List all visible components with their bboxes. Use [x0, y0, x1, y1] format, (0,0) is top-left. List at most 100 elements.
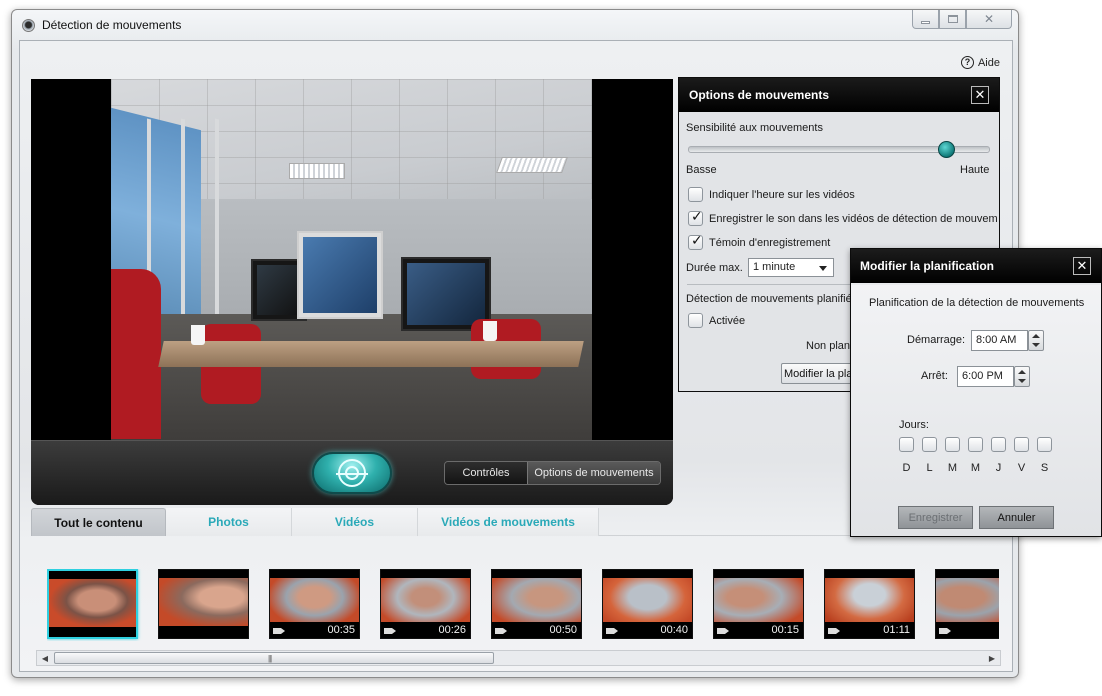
- day-checkbox-wednesday[interactable]: [968, 437, 983, 452]
- video-duration: 01:11: [883, 624, 910, 636]
- minimize-icon: [921, 20, 930, 24]
- day-label: S: [1040, 462, 1049, 474]
- close-icon: ✕: [974, 87, 986, 103]
- video-camera-icon: [606, 628, 618, 634]
- cancel-schedule-button[interactable]: Annuler: [979, 506, 1054, 529]
- day-checkbox-saturday[interactable]: [1037, 437, 1052, 452]
- thumbnail-item[interactable]: 00:35: [269, 569, 360, 639]
- day-label: L: [926, 462, 933, 474]
- window-title: Détection de mouvements: [42, 18, 182, 32]
- close-icon: ✕: [1076, 258, 1088, 274]
- minimize-button[interactable]: [912, 10, 939, 29]
- video-duration: 00:26: [438, 624, 466, 636]
- video-camera-icon: [495, 628, 507, 634]
- title-bar[interactable]: Détection de mouvements ✕: [12, 10, 1018, 40]
- schedule-dialog-header: Modifier la planification ✕: [851, 249, 1101, 283]
- day-label: V: [1017, 462, 1026, 474]
- thumbnail-scrollbar[interactable]: ◀ ||| ▶: [36, 650, 1001, 666]
- day-label: M: [947, 462, 958, 474]
- close-schedule-button[interactable]: ✕: [1073, 257, 1091, 275]
- thumbnail-item[interactable]: 00:26: [380, 569, 471, 639]
- video-camera-icon: [717, 628, 729, 634]
- motion-options-title: Options de mouvements: [689, 88, 830, 102]
- capture-button[interactable]: [312, 452, 392, 494]
- sensitivity-low-label: Basse: [686, 164, 717, 176]
- recording-indicator-label: Témoin d'enregistrement: [709, 237, 831, 249]
- day-checkbox-tuesday[interactable]: [945, 437, 960, 452]
- thumbnail-item[interactable]: [158, 569, 249, 639]
- scheduled-enabled-checkbox[interactable]: [688, 313, 703, 328]
- scheduled-enabled-label: Activée: [709, 315, 746, 327]
- sensitivity-label: Sensibilité aux mouvements: [686, 122, 823, 134]
- sensitivity-slider[interactable]: [688, 141, 990, 158]
- maximize-icon: [947, 15, 958, 23]
- day-checkbox-thursday[interactable]: [991, 437, 1006, 452]
- help-label: Aide: [977, 56, 1000, 69]
- day-label: J: [995, 462, 1002, 474]
- day-checkbox-friday[interactable]: [1014, 437, 1029, 452]
- thumbnail-item[interactable]: 00:15: [713, 569, 804, 639]
- schedule-subtitle: Planification de la détection de mouveme…: [869, 297, 1085, 309]
- day-checkbox-sunday[interactable]: [899, 437, 914, 452]
- thumbnail-item[interactable]: 00:40: [602, 569, 693, 639]
- start-time-spinner[interactable]: [1028, 330, 1044, 351]
- video-camera-icon: [273, 628, 285, 634]
- max-duration-label: Durée max.: [686, 262, 743, 274]
- tab-photos[interactable]: Photos: [166, 508, 292, 536]
- thumbnail-item[interactable]: [47, 569, 138, 639]
- slider-knob[interactable]: [938, 141, 955, 158]
- thumbnail-item[interactable]: 01:11: [824, 569, 915, 639]
- help-icon: ?: [960, 56, 974, 69]
- tab-videos[interactable]: Vidéos: [292, 508, 418, 536]
- close-motion-options-button[interactable]: ✕: [971, 86, 989, 104]
- video-preview-panel: Contrôles Options de mouvements: [31, 79, 673, 505]
- scroll-right-icon[interactable]: ▶: [984, 651, 1000, 665]
- max-duration-select[interactable]: 1 minute: [748, 258, 834, 277]
- stop-time-input[interactable]: 6:00 PM: [957, 366, 1014, 387]
- video-camera-icon: [384, 628, 396, 634]
- schedule-dialog: Modifier la planification ✕ Planificatio…: [850, 248, 1102, 537]
- day-label: M: [970, 462, 981, 474]
- controls-button[interactable]: Contrôles: [445, 462, 527, 484]
- video-duration: 00:35: [327, 624, 355, 636]
- stop-time-spinner[interactable]: [1014, 366, 1030, 387]
- tab-motion-videos[interactable]: Vidéos de mouvements: [418, 508, 599, 536]
- video-camera-icon: [939, 628, 951, 634]
- video-duration: 00:15: [771, 624, 799, 636]
- thumbnail-item[interactable]: 00:50: [491, 569, 582, 639]
- schedule-status-text: Non plan: [806, 340, 851, 352]
- schedule-dialog-title: Modifier la planification: [860, 259, 995, 273]
- thumbnail-item[interactable]: 0: [935, 569, 999, 639]
- media-thumbnails: 00:35 00:26 00:50 00:40 00:15 01:11: [47, 569, 999, 641]
- record-sound-checkbox[interactable]: ✓: [688, 209, 703, 226]
- close-icon: ✕: [983, 12, 995, 26]
- scheduled-detection-label: Détection de mouvements planifié: [686, 293, 852, 305]
- scrollbar-thumb[interactable]: |||: [54, 652, 494, 664]
- tab-all-content[interactable]: Tout le contenu: [31, 508, 166, 536]
- checkmark-icon: ✓: [691, 209, 703, 225]
- live-camera-feed: [111, 79, 592, 440]
- sensitivity-high-label: Haute: [960, 164, 990, 176]
- record-sound-label: Enregistrer le son dans les vidéos de dé…: [709, 213, 998, 225]
- view-toggle: Contrôles Options de mouvements: [444, 461, 661, 485]
- motion-options-button[interactable]: Options de mouvements: [527, 462, 660, 484]
- day-checkbox-monday[interactable]: [922, 437, 937, 452]
- start-time-input[interactable]: 8:00 AM: [971, 330, 1028, 351]
- show-time-checkbox[interactable]: [688, 187, 703, 202]
- webcam-app-icon: [22, 19, 35, 32]
- maximize-button[interactable]: [939, 10, 966, 29]
- schedule-dialog-body: Planification de la détection de mouveme…: [851, 285, 1101, 536]
- recording-indicator-checkbox[interactable]: ✓: [688, 233, 703, 250]
- days-label: Jours:: [899, 419, 929, 431]
- help-link[interactable]: ? Aide: [960, 56, 1000, 69]
- scroll-left-icon[interactable]: ◀: [37, 651, 53, 665]
- start-time-label: Démarrage:: [907, 334, 966, 346]
- window-controls: ✕: [912, 10, 1012, 30]
- video-duration: 00:50: [549, 624, 577, 636]
- close-window-button[interactable]: ✕: [966, 10, 1012, 29]
- save-schedule-button[interactable]: Enregistrer: [898, 506, 973, 529]
- stop-time-label: Arrêt:: [921, 370, 948, 382]
- chevron-down-icon: [819, 266, 827, 271]
- video-camera-icon: [828, 628, 840, 634]
- target-icon: [336, 459, 368, 487]
